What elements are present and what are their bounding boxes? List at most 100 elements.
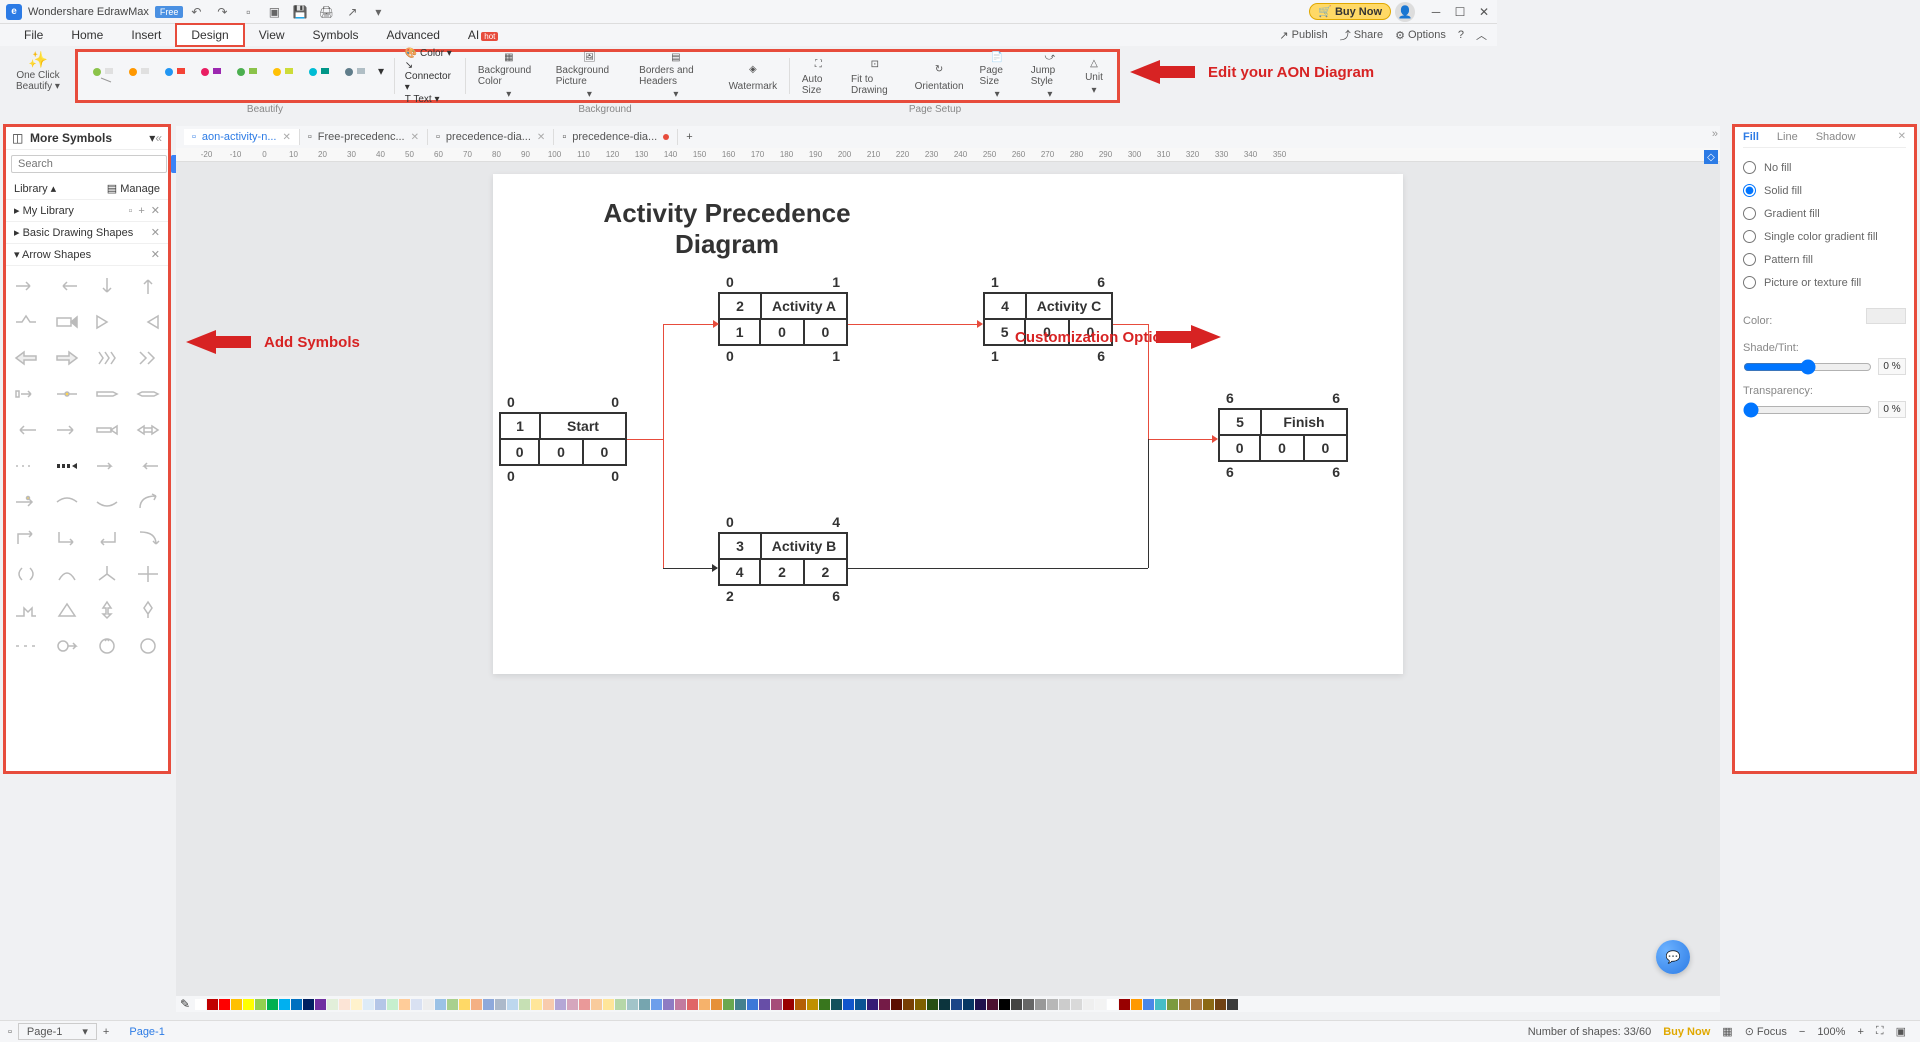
menu-file[interactable]: File: [10, 25, 57, 45]
fill-opt-pattern[interactable]: Pattern fill: [1743, 248, 1906, 271]
page-tab[interactable]: Page-1: [129, 1026, 164, 1038]
color-button[interactable]: 🎨 Color ▾: [405, 48, 455, 59]
arrow-shape[interactable]: [10, 632, 43, 660]
canvas-scroll[interactable]: Activity Precedence Diagram 00 1Start 00…: [176, 162, 1720, 994]
auto-size-button[interactable]: ⛶Auto Size: [794, 54, 843, 98]
background-picture-button[interactable]: 🖼Background Picture▾: [548, 54, 631, 98]
color-swatch[interactable]: [363, 999, 374, 1010]
menu-advanced[interactable]: Advanced: [373, 25, 454, 45]
export-icon[interactable]: ↗: [343, 3, 361, 21]
color-swatch[interactable]: [759, 999, 770, 1010]
menu-design[interactable]: Design: [175, 23, 244, 47]
color-swatch[interactable]: [663, 999, 674, 1010]
transparency-value[interactable]: 0 %: [1878, 401, 1906, 418]
background-color-button[interactable]: ▦Background Color▾: [470, 54, 548, 98]
arrow-shape[interactable]: [10, 596, 43, 624]
help-fab-button[interactable]: 💬: [1656, 940, 1690, 974]
open-icon[interactable]: ▣: [265, 3, 283, 21]
close-panel-icon[interactable]: ✕: [1898, 131, 1906, 143]
menu-insert[interactable]: Insert: [117, 25, 175, 45]
color-swatch[interactable]: [1215, 999, 1226, 1010]
arrow-shape[interactable]: [91, 452, 124, 480]
watermark-button[interactable]: ◈Watermark: [721, 54, 786, 98]
color-swatch[interactable]: [795, 999, 806, 1010]
my-library-row[interactable]: ▸ My Library ▫ + ✕: [6, 200, 168, 222]
color-swatch[interactable]: [231, 999, 242, 1010]
color-swatch[interactable]: [555, 999, 566, 1010]
arrow-shape[interactable]: [51, 380, 84, 408]
color-swatch[interactable]: [567, 999, 578, 1010]
fill-opt-gradient[interactable]: Gradient fill: [1743, 202, 1906, 225]
tab-1[interactable]: ▫Free-precedenc...✕: [300, 129, 428, 145]
arrow-shape[interactable]: [132, 632, 165, 660]
arrow-shape[interactable]: [10, 488, 43, 516]
color-swatch[interactable]: [399, 999, 410, 1010]
zoom-out-icon[interactable]: −: [1799, 1026, 1805, 1038]
one-click-beautify-button[interactable]: ✨ One Click Beautify ▾: [8, 50, 68, 92]
color-swatch[interactable]: [1071, 999, 1082, 1010]
tab-fill[interactable]: Fill: [1743, 131, 1759, 143]
collapse-panel-icon[interactable]: «: [155, 131, 162, 145]
theme-7-icon[interactable]: [306, 64, 334, 88]
arrow-shape[interactable]: [10, 380, 43, 408]
menu-symbols[interactable]: Symbols: [299, 25, 373, 45]
color-swatch[interactable]: [255, 999, 266, 1010]
color-swatch[interactable]: [267, 999, 278, 1010]
color-swatch[interactable]: [531, 999, 542, 1010]
open-icon[interactable]: ▫: [128, 205, 132, 217]
symbol-search-input[interactable]: [11, 155, 167, 173]
remove-icon[interactable]: ✕: [151, 248, 160, 261]
color-swatch[interactable]: [867, 999, 878, 1010]
arrow-shape[interactable]: [132, 596, 165, 624]
buy-now-button[interactable]: 🛒 Buy Now: [1309, 3, 1391, 20]
color-swatch[interactable]: [711, 999, 722, 1010]
arrow-shape[interactable]: [51, 344, 84, 372]
color-swatch[interactable]: [819, 999, 830, 1010]
arrow-shape[interactable]: [91, 272, 124, 300]
transparency-slider[interactable]: [1743, 402, 1872, 418]
add-page-icon[interactable]: +: [103, 1026, 109, 1038]
arrow-shape[interactable]: [51, 596, 84, 624]
manage-link[interactable]: ▤ Manage: [107, 182, 160, 195]
tab-2[interactable]: ▫precedence-dia...✕: [428, 129, 554, 145]
color-swatch[interactable]: [771, 999, 782, 1010]
color-swatch[interactable]: [303, 999, 314, 1010]
color-swatch[interactable]: [891, 999, 902, 1010]
color-swatch[interactable]: [1107, 999, 1118, 1010]
color-swatch[interactable]: [1179, 999, 1190, 1010]
color-swatch[interactable]: [783, 999, 794, 1010]
arrow-shape[interactable]: [91, 524, 124, 552]
arrow-shape[interactable]: [91, 380, 124, 408]
page-size-button[interactable]: 📄Page Size▾: [972, 54, 1023, 98]
page-selector[interactable]: Page-1▾: [18, 1023, 97, 1040]
color-swatch[interactable]: [1047, 999, 1058, 1010]
arrow-shape[interactable]: [132, 488, 165, 516]
page-nav-icon[interactable]: ▫: [8, 1026, 12, 1038]
color-swatch[interactable]: [519, 999, 530, 1010]
arrow-shape[interactable]: [51, 416, 84, 444]
fill-opt-none[interactable]: No fill: [1743, 156, 1906, 179]
maximize-icon[interactable]: ☐: [1453, 5, 1467, 19]
close-icon[interactable]: ✕: [1477, 5, 1491, 19]
node-activity-b[interactable]: 04 3Activity B 422 26: [718, 514, 848, 604]
arrow-shape[interactable]: [132, 380, 165, 408]
color-swatch[interactable]: [831, 999, 842, 1010]
color-swatch[interactable]: [1023, 999, 1034, 1010]
save-icon[interactable]: 💾: [291, 3, 309, 21]
color-swatch[interactable]: [1131, 999, 1142, 1010]
shade-value[interactable]: 0 %: [1878, 358, 1906, 375]
color-swatch[interactable]: [543, 999, 554, 1010]
fill-opt-picture[interactable]: Picture or texture fill: [1743, 271, 1906, 294]
remove-icon[interactable]: ✕: [151, 226, 160, 239]
color-swatch[interactable]: [1167, 999, 1178, 1010]
color-swatch[interactable]: [915, 999, 926, 1010]
color-swatch[interactable]: [927, 999, 938, 1010]
menu-ai[interactable]: AIhot: [454, 25, 512, 45]
arrow-shape[interactable]: [132, 524, 165, 552]
color-swatch[interactable]: [879, 999, 890, 1010]
color-swatch[interactable]: [423, 999, 434, 1010]
menu-home[interactable]: Home: [57, 25, 117, 45]
arrow-shape[interactable]: [132, 560, 165, 588]
arrow-shape[interactable]: [132, 452, 165, 480]
connector-button[interactable]: ↘ Connector ▾: [405, 60, 455, 93]
